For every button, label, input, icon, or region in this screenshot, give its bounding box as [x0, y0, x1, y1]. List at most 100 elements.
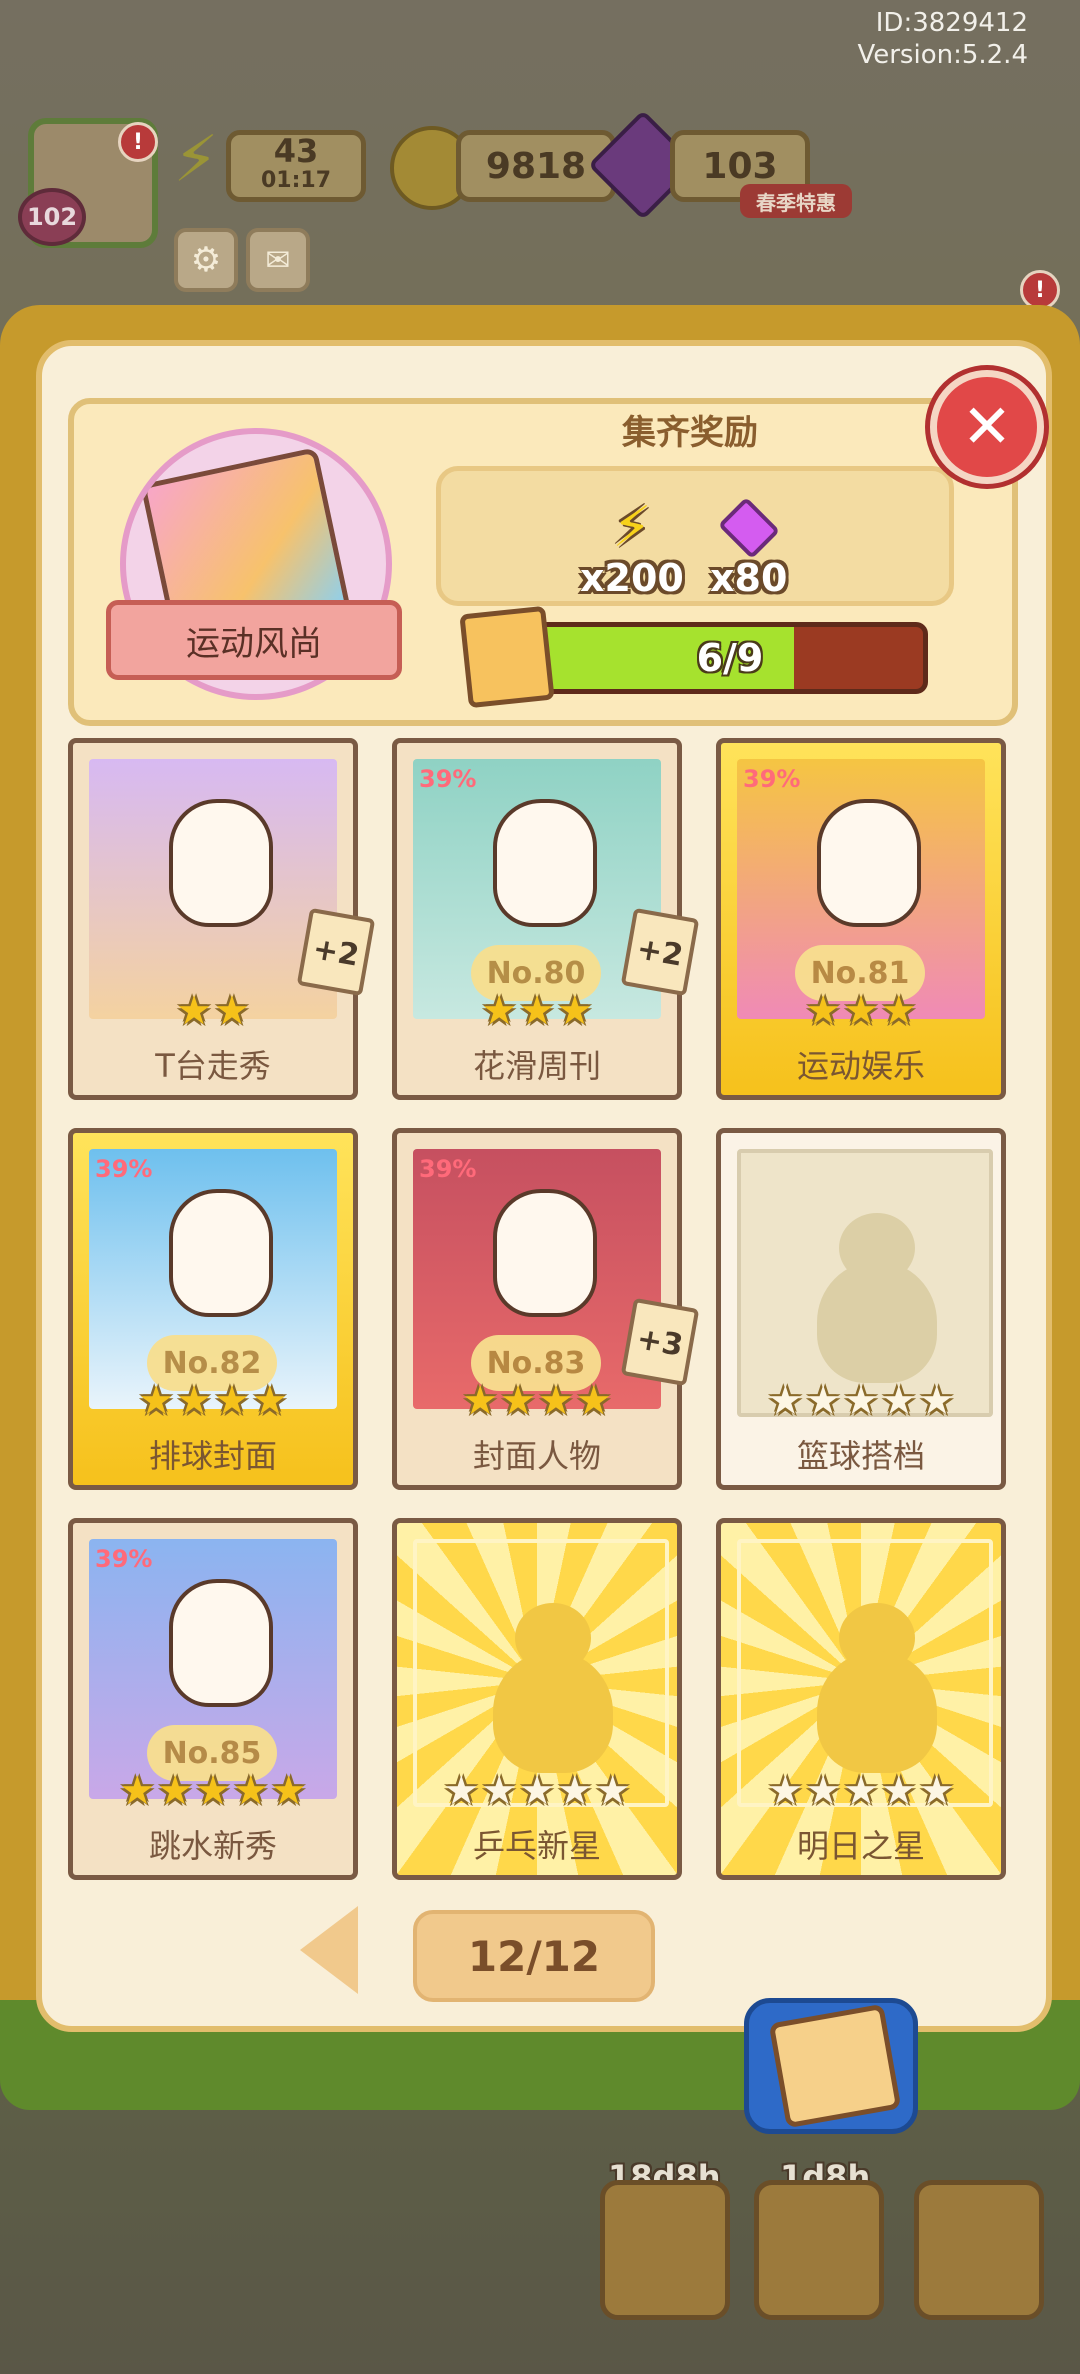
duck-character	[493, 1189, 597, 1317]
energy-counter[interactable]: 43 01:17	[226, 130, 366, 202]
star-icon: ★	[176, 988, 212, 1034]
star-icon: ★	[251, 1378, 288, 1424]
gem-icon	[717, 496, 780, 560]
reward-title: 集齐奖励	[622, 413, 758, 453]
album-card[interactable]: ★ ★ ★ ★ ★ 明日之星	[716, 1518, 1006, 1880]
envelope-icon	[768, 2003, 902, 2129]
version-label: Version:5.2.4	[857, 40, 1028, 70]
star-icon: ★	[843, 1768, 879, 1814]
mail-icon: ✉	[265, 242, 291, 278]
card-star-rating: ★ ★ ★ ★ ★	[721, 1381, 1001, 1421]
duplicate-count-badge: +3	[620, 1297, 700, 1387]
energy-timer: 01:17	[260, 168, 332, 193]
card-star-rating: ★ ★ ★	[397, 991, 677, 1031]
page-indicator: 12/12	[413, 1910, 655, 2002]
album-card[interactable]: ★ ★ +2 T台走秀	[68, 738, 376, 1100]
energy-value: 43	[273, 132, 319, 170]
star-icon: ★	[805, 988, 842, 1034]
lightning-icon: ⚡	[612, 495, 652, 560]
star-icon: ★	[214, 1378, 250, 1424]
card-star-rating: ★ ★	[73, 991, 353, 1031]
star-icon: ★	[880, 988, 917, 1034]
locked-character-silhouette	[817, 1603, 937, 1773]
star-icon: ★	[500, 1378, 536, 1424]
star-icon: ★	[462, 1378, 499, 1424]
star-icon: ★	[157, 1768, 194, 1814]
star-icon: ★	[843, 1378, 879, 1424]
duck-character	[817, 799, 921, 927]
star-icon: ★	[767, 1378, 804, 1424]
star-icon: ★	[195, 1768, 231, 1814]
album-card[interactable]: 39% No.81 ★ ★ ★ 运动娱乐	[716, 738, 1006, 1100]
reward-gems: x80	[710, 496, 787, 600]
album-card[interactable]: 39% No.85 ★ ★ ★ ★ ★ 跳水新秀	[68, 1518, 358, 1880]
duck-character	[169, 1579, 273, 1707]
previous-page-arrow-icon[interactable]	[300, 1906, 358, 1994]
star-icon: ★	[918, 1378, 955, 1424]
duplicate-count-badge: +2	[620, 907, 700, 997]
star-icon: ★	[119, 1768, 156, 1814]
promo-badge[interactable]: 春季特惠	[740, 184, 852, 218]
star-icon: ★	[214, 988, 250, 1034]
progress-text: 6/9	[696, 636, 764, 680]
star-icon: ★	[481, 1768, 518, 1814]
album-card[interactable]: ★ ★ ★ ★ ★ 篮球搭档	[716, 1128, 1006, 1490]
star-icon: ★	[880, 1378, 917, 1424]
card-star-rating: ★ ★ ★ ★	[397, 1381, 677, 1421]
card-title: 花滑周刊	[472, 1047, 601, 1085]
card-artwork: 39% No.82	[89, 1149, 337, 1409]
card-percent-label: 39%	[95, 1545, 153, 1573]
star-icon: ★	[918, 1768, 955, 1814]
settings-button[interactable]: ⚙	[174, 228, 238, 292]
lightning-icon: ⚡	[173, 123, 219, 197]
mail-button[interactable]: ✉	[246, 228, 310, 292]
card-star-rating: ★ ★ ★ ★	[73, 1381, 353, 1421]
card-title: 篮球搭档	[796, 1437, 925, 1475]
album-card[interactable]: 39% No.83 ★ ★ ★ ★ +3 封面人物	[392, 1128, 700, 1490]
friends-button[interactable]	[914, 2180, 1044, 2320]
star-icon: ★	[481, 988, 518, 1034]
gear-icon: ⚙	[190, 240, 222, 280]
flower-event-button[interactable]	[600, 2180, 730, 2320]
card-percent-label: 39%	[743, 765, 801, 793]
star-icon: ★	[556, 988, 593, 1034]
card-title: 排球封面	[148, 1437, 277, 1475]
collection-progress-bar: 6/9	[532, 622, 928, 694]
star-icon: ★	[767, 1768, 804, 1814]
card-title: 跳水新秀	[148, 1827, 277, 1865]
duplicate-count-badge: +2	[296, 907, 376, 997]
duck-character	[493, 799, 597, 927]
card-title: 乒乓新星	[472, 1827, 601, 1865]
user-id-label: ID:3829412	[875, 8, 1028, 38]
star-icon: ★	[805, 1768, 842, 1814]
card-star-rating: ★ ★ ★ ★ ★	[397, 1771, 677, 1811]
reward-energy-qty: x200	[580, 556, 684, 600]
card-title: T台走秀	[155, 1047, 271, 1085]
card-percent-label: 39%	[419, 1155, 477, 1183]
star-icon: ★	[519, 988, 555, 1034]
reward-energy: ⚡ x200	[580, 495, 684, 601]
card-percent-label: 39%	[95, 1155, 153, 1183]
duck-character	[169, 799, 273, 927]
album-name-ribbon: 运动风尚	[106, 600, 402, 680]
star-icon: ★	[538, 1378, 574, 1424]
card-event-button[interactable]	[754, 2180, 884, 2320]
card-artwork	[737, 1539, 993, 1807]
star-icon: ★	[519, 1768, 555, 1814]
avatar-notification-dot: !	[118, 122, 158, 162]
album-card[interactable]: 39% No.80 ★ ★ ★ +2 花滑周刊	[392, 738, 700, 1100]
card-title: 运动娱乐	[796, 1047, 925, 1085]
star-icon: ★	[880, 1768, 917, 1814]
card-star-rating: ★ ★ ★ ★ ★	[73, 1771, 353, 1811]
card-star-rating: ★ ★ ★ ★ ★	[721, 1771, 1001, 1811]
star-icon: ★	[556, 1768, 593, 1814]
close-button[interactable]: ✕	[930, 370, 1044, 484]
album-card[interactable]: ★ ★ ★ ★ ★ 乒乓新星	[392, 1518, 682, 1880]
album-card[interactable]: 39% No.82 ★ ★ ★ ★ 排球封面	[68, 1128, 358, 1490]
star-icon: ★	[270, 1768, 307, 1814]
locked-character-silhouette	[817, 1213, 937, 1383]
close-icon: ✕	[961, 392, 1013, 462]
player-level-badge: 102	[18, 188, 86, 246]
card-exchange-button[interactable]	[744, 1998, 918, 2134]
star-icon: ★	[176, 1378, 212, 1424]
